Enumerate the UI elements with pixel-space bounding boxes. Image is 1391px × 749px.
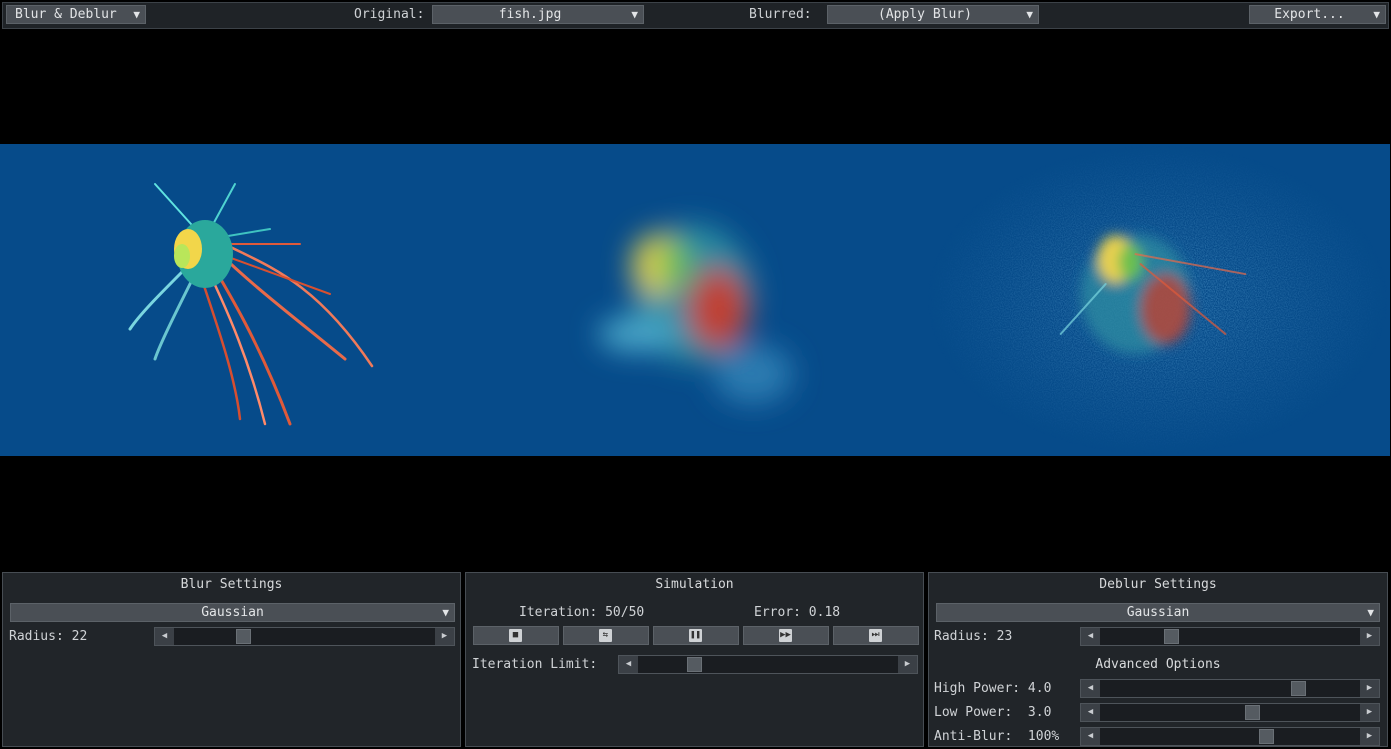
blur-settings-title: Blur Settings — [180, 577, 283, 592]
original-label: Original: — [354, 7, 425, 22]
app-menu-dropdown[interactable]: Blur & Deblur ▼ — [6, 5, 146, 24]
blurred-image-value: (Apply Blur) — [878, 7, 972, 22]
image-viewer — [0, 30, 1391, 570]
low-power-slider[interactable]: ◀ ▶ — [1080, 703, 1380, 722]
blur-radius-slider[interactable]: ◀ ▶ — [154, 627, 455, 646]
deblur-kernel-value: Gaussian — [1126, 605, 1190, 620]
stop-button[interactable]: ■ — [473, 626, 559, 645]
simulation-title: Simulation — [655, 577, 734, 592]
decrement-arrow-icon[interactable]: ◀ — [155, 628, 174, 645]
anti-blur-slider[interactable]: ◀ ▶ — [1080, 727, 1380, 746]
high-power-label: High Power: 4.0 — [934, 681, 1052, 696]
blurred-image — [463, 144, 926, 456]
increment-arrow-icon[interactable]: ▶ — [1360, 680, 1379, 697]
decrement-arrow-icon[interactable]: ◀ — [1081, 680, 1100, 697]
increment-arrow-icon[interactable]: ▶ — [1360, 728, 1379, 745]
slider-thumb[interactable] — [1244, 705, 1260, 720]
skip-to-end-button[interactable]: ⏭ — [833, 626, 919, 645]
blurred-label: Blurred: — [749, 7, 812, 22]
decrement-arrow-icon[interactable]: ◀ — [619, 656, 638, 673]
deblurred-image — [926, 144, 1389, 456]
iteration-limit-label: Iteration Limit: — [472, 657, 598, 672]
deblur-radius-slider[interactable]: ◀ ▶ — [1080, 627, 1380, 646]
slider-thumb[interactable] — [1291, 681, 1307, 696]
pause-button[interactable]: ❚❚ — [653, 626, 739, 645]
original-image — [0, 144, 463, 456]
skip-to-end-icon: ⏭ — [869, 629, 882, 642]
loop-icon: ⇆ — [599, 629, 612, 642]
low-power-label: Low Power: 3.0 — [934, 705, 1052, 720]
blur-kernel-dropdown[interactable]: Gaussian ▼ — [10, 603, 455, 622]
pause-icon: ❚❚ — [689, 629, 702, 642]
deblur-radius-label: Radius: 23 — [934, 629, 1013, 644]
top-toolbar: Blur & Deblur ▼ Original: fish.jpg ▼ Blu… — [0, 0, 1391, 30]
chevron-down-icon: ▼ — [1367, 606, 1374, 619]
iteration-limit-slider[interactable]: ◀ ▶ — [618, 655, 918, 674]
loop-button[interactable]: ⇆ — [563, 626, 649, 645]
export-label: Export... — [1274, 7, 1345, 22]
error-readout: Error: 0.18 — [754, 605, 841, 620]
blur-settings-panel: Blur Settings Gaussian ▼ Radius: 22 ◀ ▶ — [2, 572, 461, 747]
increment-arrow-icon[interactable]: ▶ — [1360, 628, 1379, 645]
deblur-kernel-dropdown[interactable]: Gaussian ▼ — [936, 603, 1380, 622]
original-image-dropdown[interactable]: fish.jpg ▼ — [432, 5, 644, 24]
slider-thumb[interactable] — [1163, 629, 1179, 644]
advanced-options-title: Advanced Options — [1095, 657, 1221, 672]
chevron-down-icon: ▼ — [1026, 8, 1033, 21]
increment-arrow-icon[interactable]: ▶ — [435, 628, 454, 645]
blur-radius-label: Radius: 22 — [9, 629, 88, 644]
increment-arrow-icon[interactable]: ▶ — [1360, 704, 1379, 721]
anti-blur-label: Anti-Blur: 100% — [934, 729, 1060, 744]
stop-icon: ■ — [509, 629, 522, 642]
chevron-down-icon: ▼ — [1373, 8, 1380, 21]
iteration-readout: Iteration: 50/50 — [519, 605, 645, 620]
chevron-down-icon: ▼ — [631, 8, 638, 21]
original-image-value: fish.jpg — [498, 7, 562, 22]
toolbar-panel — [2, 2, 1389, 29]
decrement-arrow-icon[interactable]: ◀ — [1081, 704, 1100, 721]
slider-thumb[interactable] — [235, 629, 251, 644]
image-strip — [0, 144, 1390, 456]
deblur-settings-title: Deblur Settings — [1099, 577, 1217, 592]
simulation-panel: Simulation Iteration: 50/50 Error: 0.18 … — [465, 572, 924, 747]
blurred-image-dropdown[interactable]: (Apply Blur) ▼ — [827, 5, 1039, 24]
high-power-slider[interactable]: ◀ ▶ — [1080, 679, 1380, 698]
deblur-settings-panel: Deblur Settings Gaussian ▼ Radius: 23 ◀ … — [928, 572, 1388, 747]
decrement-arrow-icon[interactable]: ◀ — [1081, 628, 1100, 645]
increment-arrow-icon[interactable]: ▶ — [898, 656, 917, 673]
chevron-down-icon: ▼ — [133, 8, 140, 21]
chevron-down-icon: ▼ — [442, 606, 449, 619]
export-dropdown[interactable]: Export... ▼ — [1249, 5, 1386, 24]
decrement-arrow-icon[interactable]: ◀ — [1081, 728, 1100, 745]
blur-kernel-value: Gaussian — [201, 605, 264, 620]
slider-thumb[interactable] — [1259, 729, 1275, 744]
fast-forward-icon: ▶▶ — [779, 629, 792, 642]
slider-thumb[interactable] — [687, 657, 702, 672]
app-menu-label: Blur & Deblur — [15, 7, 117, 22]
fast-forward-button[interactable]: ▶▶ — [743, 626, 829, 645]
